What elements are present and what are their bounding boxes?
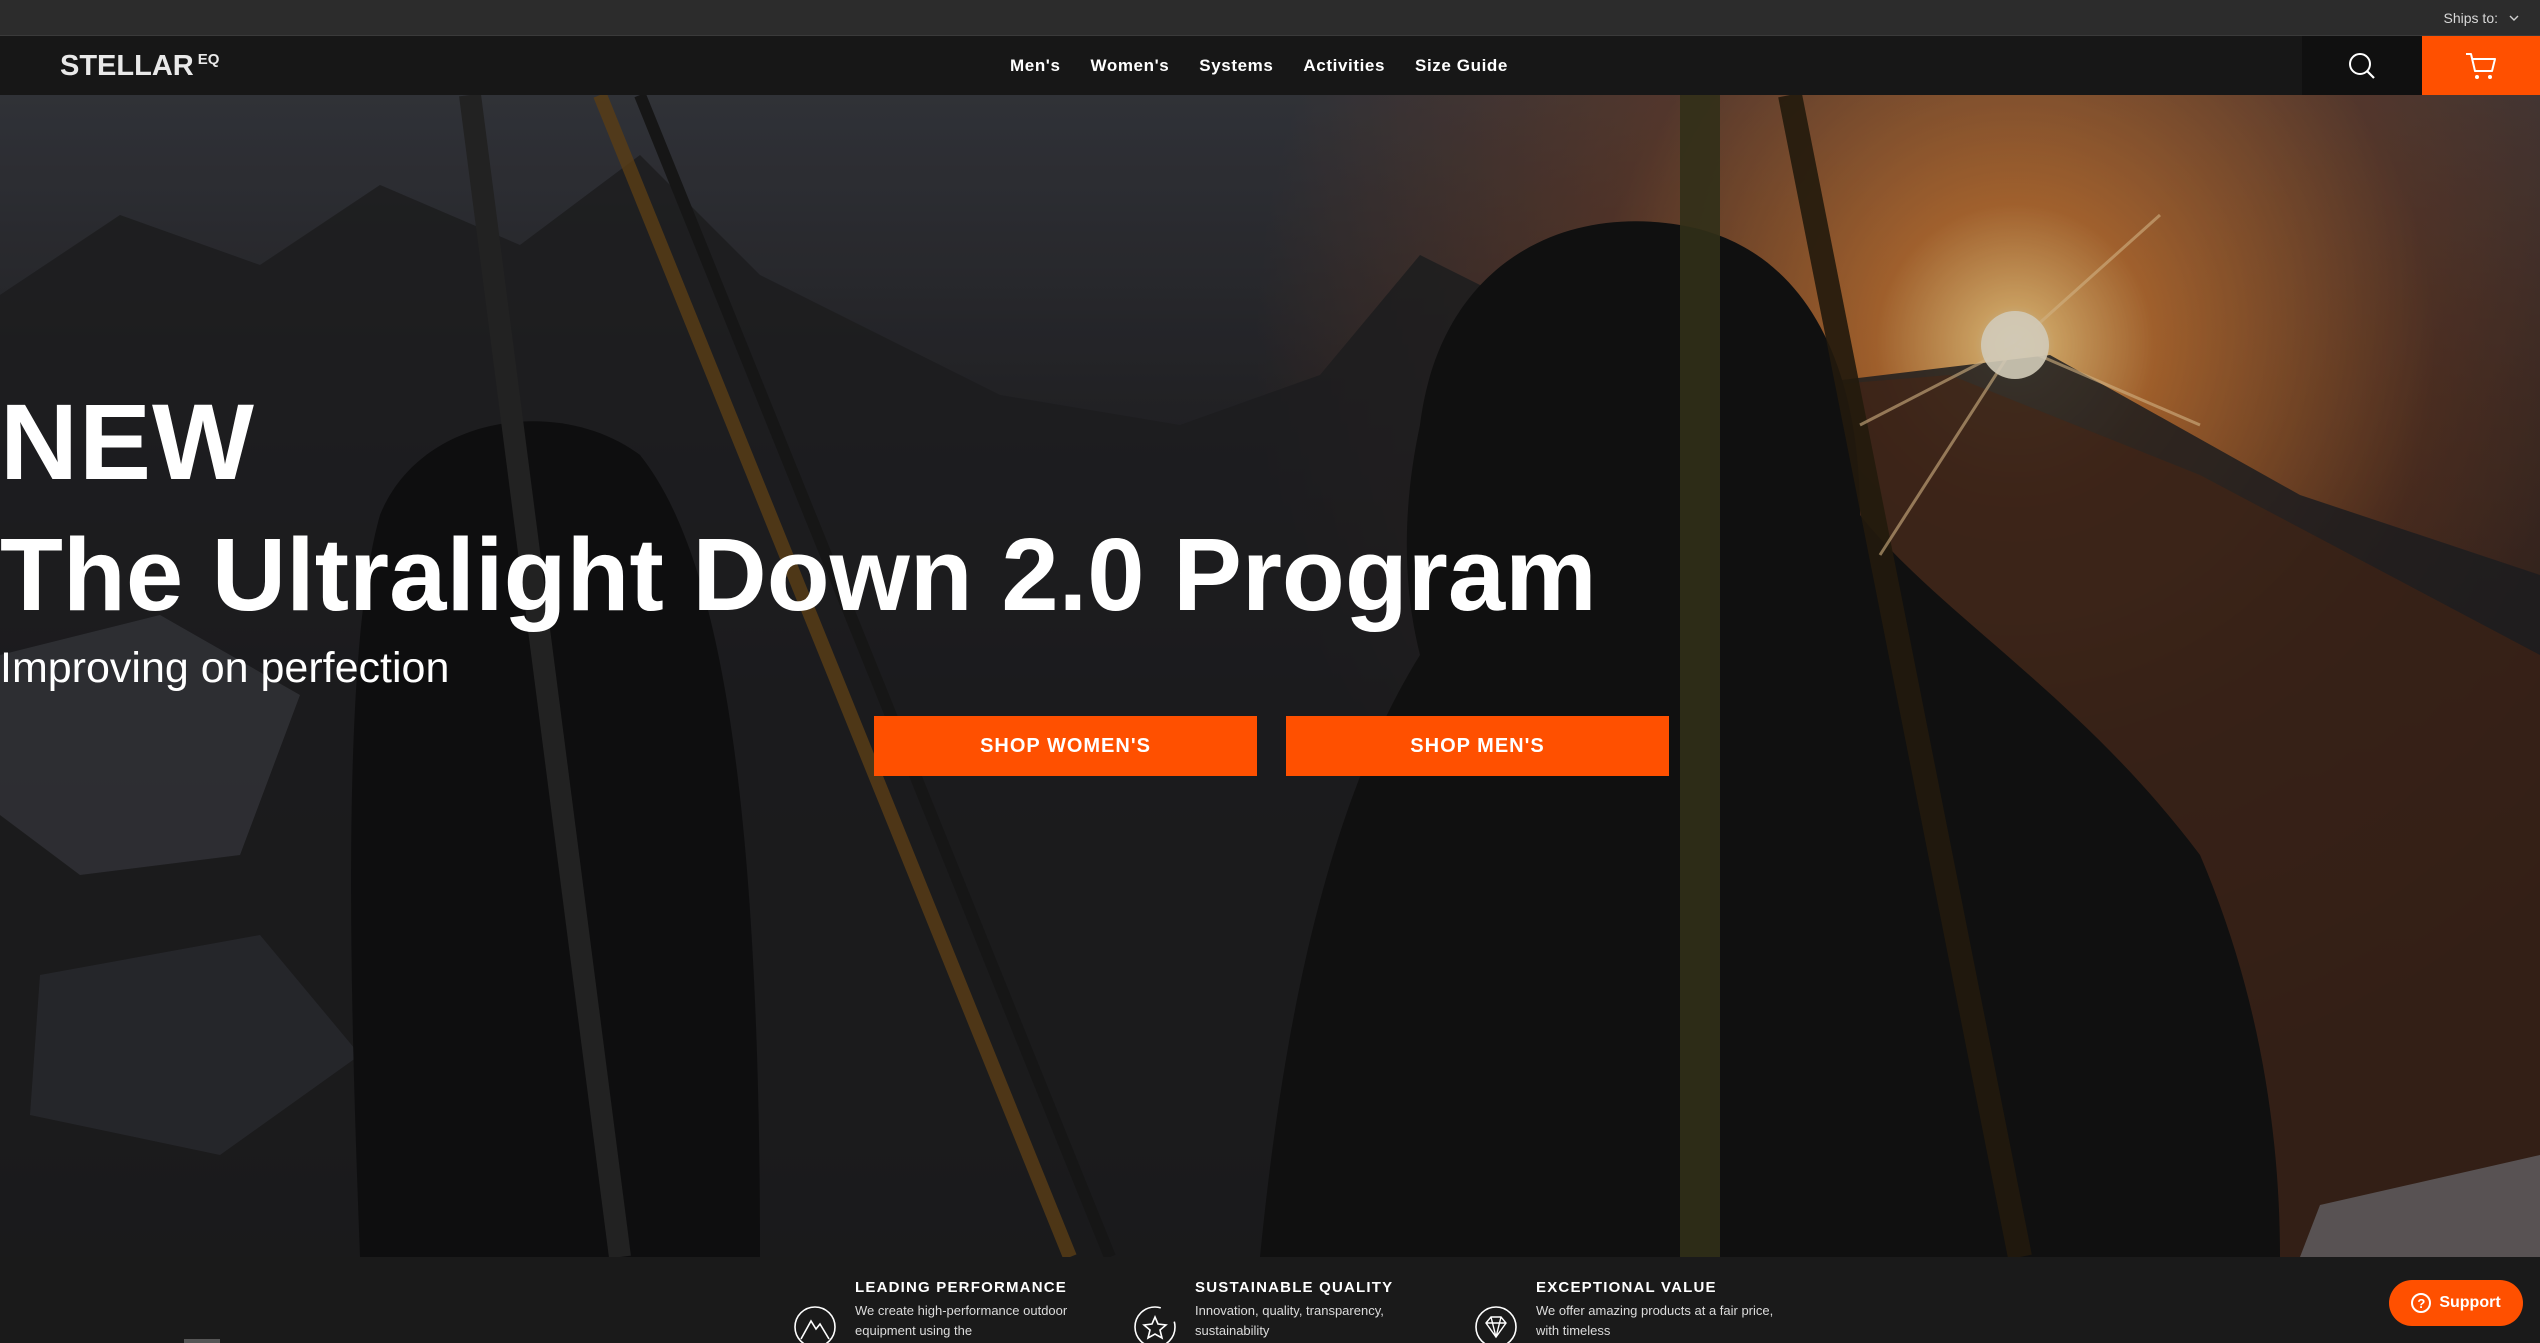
hero-subhead: Improving on perfection <box>0 644 450 692</box>
nav-size-guide[interactable]: Size Guide <box>1415 56 1508 76</box>
ships-to-label: Ships to: <box>2443 10 2498 26</box>
support-button[interactable]: ? Support <box>2389 1280 2523 1326</box>
feature-sustainable-quality: SUSTAINABLE QUALITY Innovation, quality,… <box>1134 1279 1495 1343</box>
hero-banner: NEW The Ultralight Down 2.0 Program Impr… <box>0 95 2540 1257</box>
feature-title: SUSTAINABLE QUALITY <box>1195 1279 1394 1296</box>
logo-wordmark: STELLAR <box>60 50 194 82</box>
nav-mens[interactable]: Men's <box>1010 56 1061 76</box>
mountain-icon <box>794 1306 836 1343</box>
help-icon: ? <box>2411 1293 2432 1313</box>
feature-description: We create high-performance outdoor equip… <box>855 1303 1068 1338</box>
logo[interactable]: STELLAR EQ <box>60 50 219 82</box>
nav-systems[interactable]: Systems <box>1199 56 1273 76</box>
search-icon <box>2349 52 2375 79</box>
feature-leading-performance: LEADING PERFORMANCE We create high-perfo… <box>794 1279 1155 1343</box>
ships-to-selector[interactable]: Ships to: <box>2444 0 2520 36</box>
feature-bar: LEADING PERFORMANCE We create high-perfo… <box>0 1257 2540 1343</box>
main-nav: STELLAR EQ Men's Women's Systems Activit… <box>0 36 2540 95</box>
chevron-down-icon <box>2509 15 2519 21</box>
diamond-icon <box>1475 1306 1517 1343</box>
top-strip: Ships to: <box>0 0 2540 36</box>
cart-button[interactable] <box>2422 36 2540 95</box>
carousel-indicator <box>184 1339 220 1343</box>
feature-description: We offer amazing products at a fair pric… <box>1536 1303 1774 1338</box>
feature-title: LEADING PERFORMANCE <box>855 1279 1067 1296</box>
hero-eyebrow: NEW <box>0 381 255 502</box>
cart-icon <box>2466 52 2496 79</box>
feature-description: Innovation, quality, transparency, susta… <box>1195 1303 1384 1338</box>
hero-headline: The Ultralight Down 2.0 Program <box>0 517 1597 632</box>
shop-mens-button[interactable]: SHOP MEN'S <box>1286 716 1669 776</box>
star-badge-icon <box>1134 1306 1176 1343</box>
nav-womens[interactable]: Women's <box>1091 56 1170 76</box>
primary-menu: Men's Women's Systems Activities Size Gu… <box>1010 36 1508 95</box>
nav-activities[interactable]: Activities <box>1303 56 1385 76</box>
shop-womens-button[interactable]: SHOP WOMEN'S <box>874 716 1257 776</box>
feature-exceptional-value: EXCEPTIONAL VALUE We offer amazing produ… <box>1475 1279 1836 1343</box>
support-label: Support <box>2439 1294 2501 1311</box>
nav-actions <box>2302 36 2540 95</box>
search-button[interactable] <box>2302 36 2422 95</box>
logo-superscript: EQ <box>197 51 220 68</box>
feature-title: EXCEPTIONAL VALUE <box>1536 1279 1717 1296</box>
